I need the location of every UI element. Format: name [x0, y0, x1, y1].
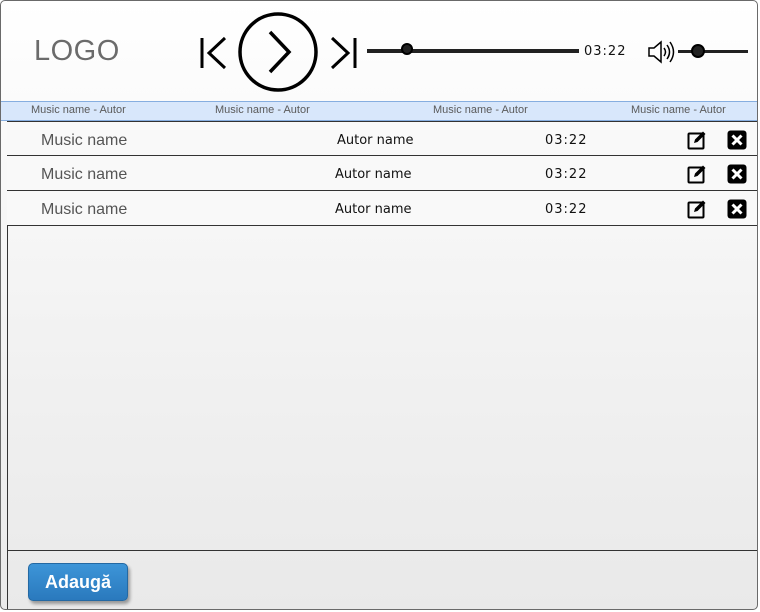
- skip-previous-icon[interactable]: [199, 36, 229, 70]
- track-name: Music name: [41, 166, 128, 183]
- column-header[interactable]: Music name - Autor: [433, 104, 528, 116]
- track-author: Autor name: [337, 133, 414, 148]
- seek-handle[interactable]: [401, 43, 414, 55]
- track-name: Music name: [41, 132, 128, 149]
- music-player-window: LOGO 03:22 Music name - Autor Music name…: [0, 0, 758, 610]
- delete-icon[interactable]: [727, 130, 747, 150]
- skip-next-icon[interactable]: [328, 36, 358, 70]
- delete-icon[interactable]: [727, 199, 747, 219]
- logo: LOGO: [34, 35, 120, 67]
- delete-icon[interactable]: [727, 164, 747, 184]
- track-duration: 03:22: [545, 133, 588, 148]
- track-duration: 03:22: [545, 167, 588, 182]
- edit-icon[interactable]: [687, 199, 707, 219]
- track-row[interactable]: Music name Autor name 03:22: [7, 191, 757, 226]
- track-row[interactable]: Music name Autor name 03:22: [7, 121, 757, 156]
- edit-icon[interactable]: [687, 164, 707, 184]
- current-time: 03:22: [584, 44, 627, 59]
- volume-slider[interactable]: [678, 44, 748, 58]
- track-duration: 03:22: [545, 202, 588, 217]
- volume-handle[interactable]: [691, 44, 706, 58]
- track-row[interactable]: Music name Autor name 03:22: [7, 156, 757, 191]
- track-author: Autor name: [335, 202, 412, 217]
- track-author: Autor name: [335, 167, 412, 182]
- column-header[interactable]: Music name - Autor: [215, 104, 310, 116]
- player-header: LOGO 03:22: [1, 1, 757, 101]
- column-header[interactable]: Music name - Autor: [31, 104, 126, 116]
- playlist: Music name Autor name 03:22 Music name A…: [7, 121, 757, 226]
- track-name: Music name: [41, 201, 128, 218]
- add-button[interactable]: Adaugă: [28, 563, 128, 601]
- edit-icon[interactable]: [687, 130, 707, 150]
- seek-bar[interactable]: [367, 43, 579, 55]
- volume-icon[interactable]: [647, 40, 675, 64]
- play-icon[interactable]: [237, 11, 319, 93]
- column-header-bar: Music name - Autor Music name - Autor Mu…: [1, 101, 757, 121]
- column-header[interactable]: Music name - Autor: [631, 104, 726, 116]
